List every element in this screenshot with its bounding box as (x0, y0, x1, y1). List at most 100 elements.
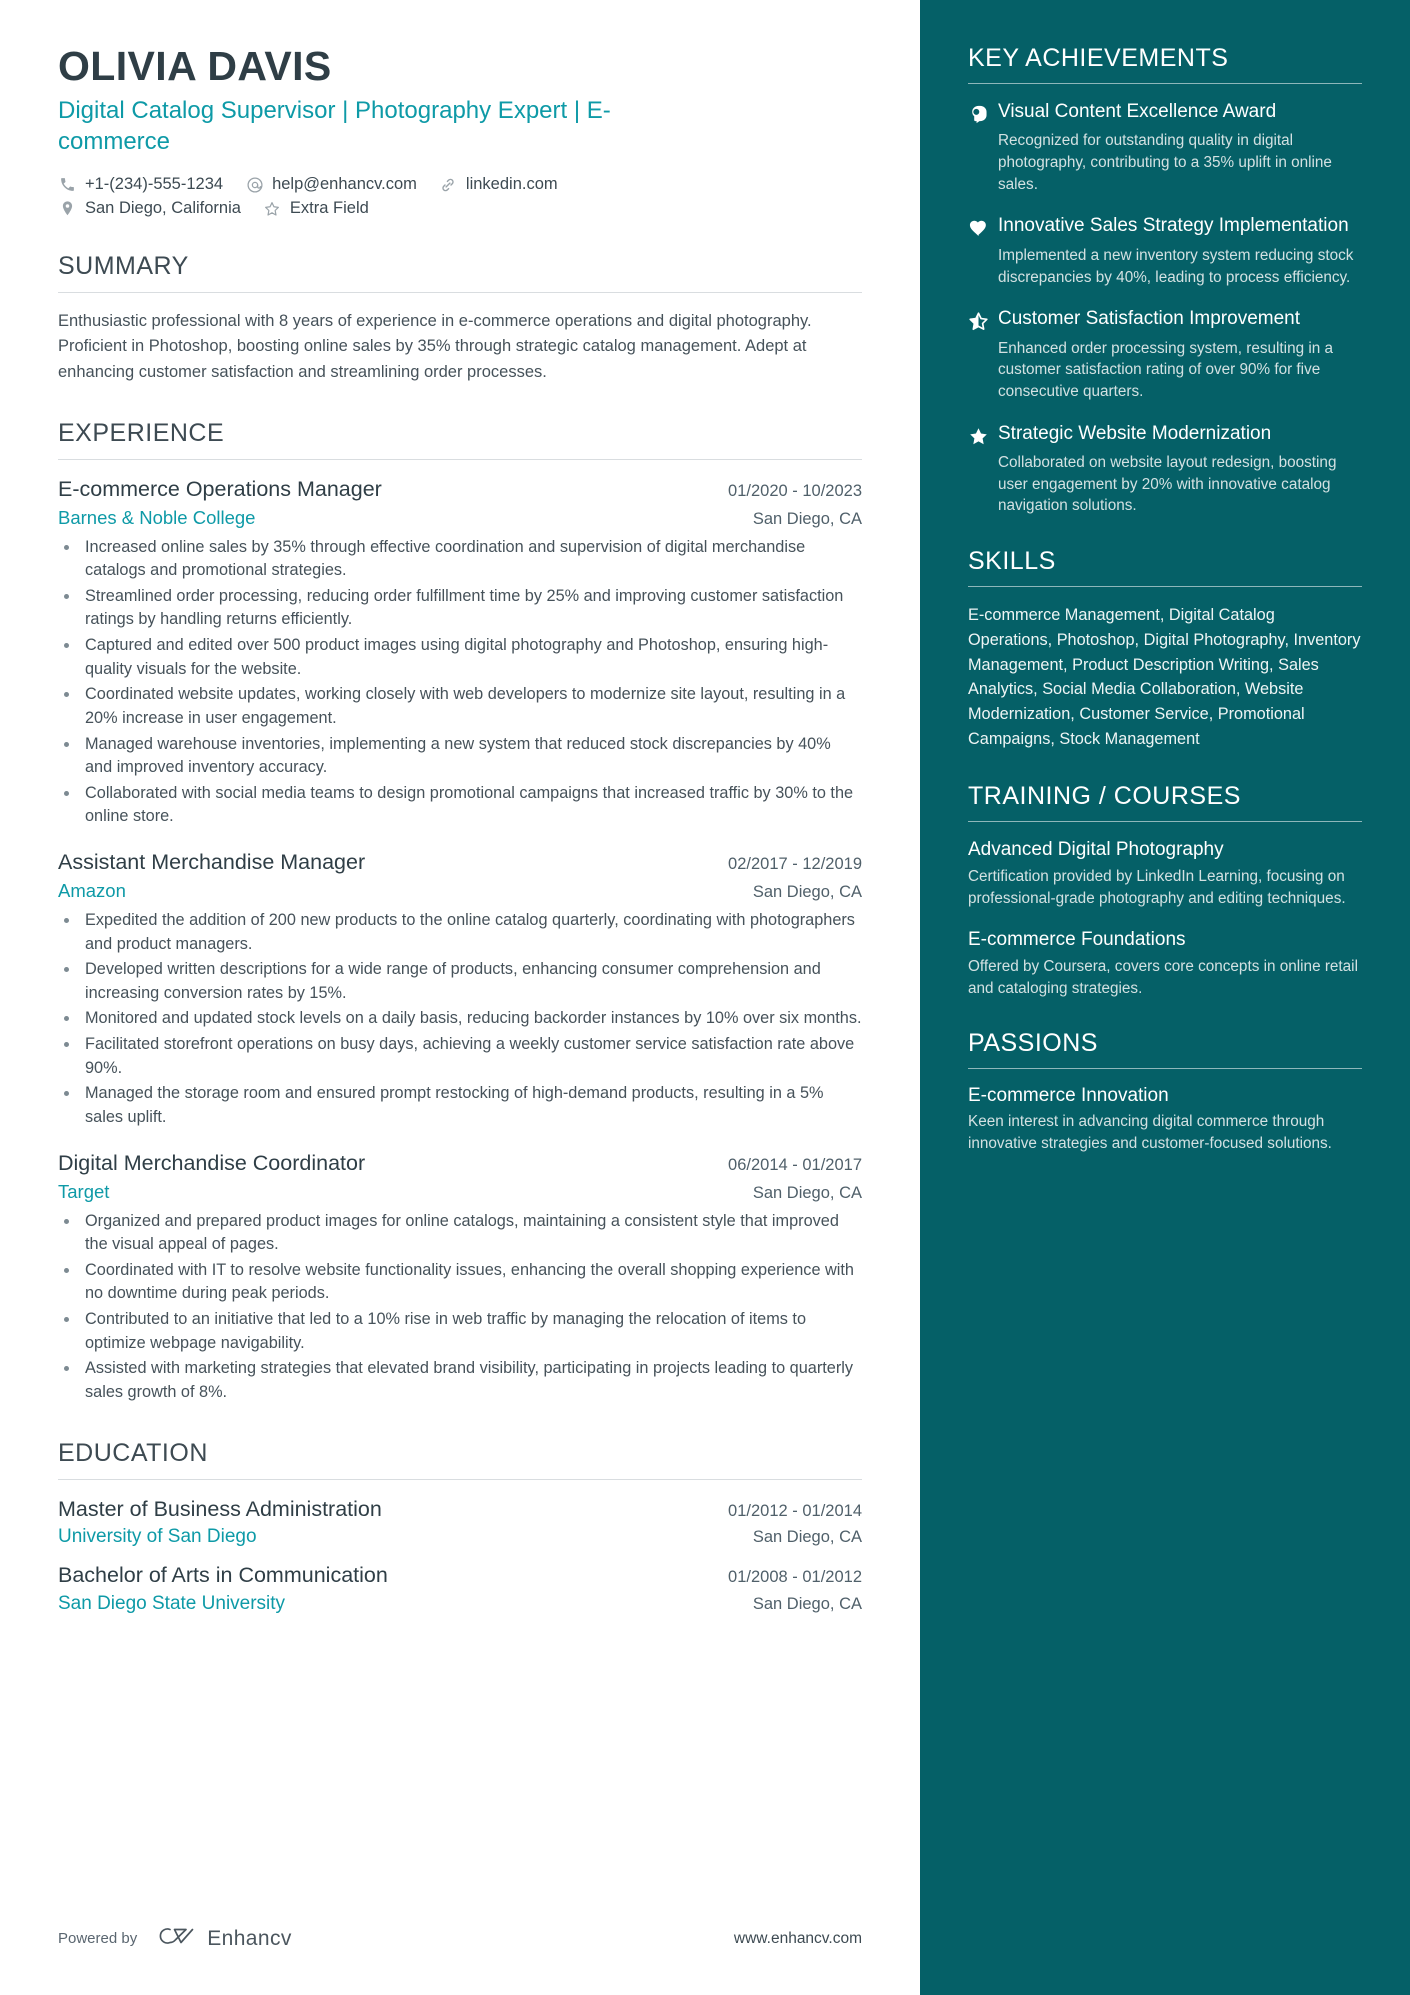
experience-bullet: Managed the storage room and ensured pro… (80, 1082, 862, 1129)
page-title: OLIVIA DAVIS (58, 43, 332, 89)
experience-location: San Diego, CA (752, 1183, 862, 1202)
experience-bullet: Coordinated with IT to resolve website f… (80, 1259, 862, 1306)
skills-divider (968, 586, 1362, 588)
key-achievements-section: KEY ACHIEVEMENTS Visual Content Excellen… (968, 44, 1362, 517)
education-entry-header: Bachelor of Arts in Communication 01/200… (58, 1562, 862, 1590)
experience-bullet-list: Increased online sales by 35% through ef… (80, 536, 862, 830)
passions-section: PASSIONS E-commerce Innovation Keen inte… (968, 1029, 1362, 1154)
passion-title: E-commerce Innovation (968, 1085, 1169, 1107)
experience-entry: E-commerce Operations Manager 01/2020 - … (58, 476, 862, 829)
experience-bullet: Developed written descriptions for a wid… (80, 958, 862, 1005)
professional-headline: Digital Catalog Supervisor | Photography… (58, 96, 611, 155)
education-institution: University of San Diego (58, 1526, 257, 1548)
experience-dates: 01/2020 - 10/2023 (728, 481, 862, 500)
experience-bullet: Assisted with marketing strategies that … (80, 1357, 862, 1404)
star-icon (968, 422, 998, 517)
contact-linkedin-text: linkedin.com (465, 175, 558, 194)
achievement-item: Innovative Sales Strategy Implementation… (968, 214, 1362, 288)
experience-bullet: Facilitated storefront operations on bus… (80, 1033, 862, 1080)
experience-bullet: Expedited the addition of 200 new produc… (80, 909, 862, 956)
contact-linkedin: linkedin.com (439, 175, 558, 194)
achievement-description: Enhanced order processing system, result… (998, 339, 1334, 400)
experience-bullet: Streamlined order processing, reducing o… (80, 585, 862, 632)
experience-bullet: Coordinated website updates, working clo… (80, 683, 862, 730)
skills-section: SKILLS E-commerce Management, Digital Ca… (968, 547, 1362, 752)
education-entry: Master of Business Administration 01/201… (58, 1496, 862, 1549)
skills-title: SKILLS (968, 547, 1056, 576)
experience-list: E-commerce Operations Manager 01/2020 - … (58, 476, 862, 1405)
experience-entry: Assistant Merchandise Manager 02/2017 - … (58, 849, 862, 1130)
passion-item: E-commerce Innovation Keen interest in a… (968, 1085, 1362, 1154)
passions-title: PASSIONS (968, 1029, 1098, 1058)
achievement-body: Innovative Sales Strategy Implementation… (998, 214, 1362, 288)
experience-section-title: EXPERIENCE (58, 418, 225, 447)
experience-entry-header: Assistant Merchandise Manager 02/2017 - … (58, 849, 862, 877)
location-pin-icon (58, 199, 77, 218)
experience-bullet: Monitored and updated stock levels on a … (80, 1007, 862, 1031)
course-item: Advanced Digital Photography Certificati… (968, 838, 1362, 910)
contact-email: help@enhancv.com (245, 175, 417, 194)
education-entry: Bachelor of Arts in Communication 01/200… (58, 1562, 862, 1615)
resume-page: OLIVIA DAVIS Digital Catalog Supervisor … (0, 0, 1410, 1995)
education-section-title: EDUCATION (58, 1438, 208, 1467)
achievement-title: Innovative Sales Strategy Implementation (998, 215, 1349, 237)
contact-location: San Diego, California (58, 199, 241, 218)
experience-entry: Digital Merchandise Coordinator 06/2014 … (58, 1150, 862, 1405)
experience-entry-subheader: Target San Diego, CA (58, 1181, 862, 1203)
experience-entry-subheader: Barnes & Noble College San Diego, CA (58, 507, 862, 529)
powered-by-block: Powered by Enhancv (58, 1924, 292, 1953)
contact-row-2: San Diego, California Extra Field (58, 199, 862, 218)
course-title: Advanced Digital Photography (968, 838, 1224, 860)
achievement-item: Visual Content Excellence Award Recogniz… (968, 100, 1362, 195)
contact-phone-text: +1-(234)-555-1234 (85, 175, 224, 194)
main-column: OLIVIA DAVIS Digital Catalog Supervisor … (0, 0, 920, 1995)
experience-location: San Diego, CA (752, 509, 862, 528)
education-degree: Bachelor of Arts in Communication (58, 1563, 388, 1588)
experience-divider (58, 458, 862, 460)
experience-entry-subheader: Amazon San Diego, CA (58, 880, 862, 902)
achievement-body: Customer Satisfaction Improvement Enhanc… (998, 307, 1362, 402)
achievement-title: Visual Content Excellence Award (998, 101, 1277, 122)
footer-website: www.enhancv.com (733, 1929, 862, 1947)
experience-entry-header: Digital Merchandise Coordinator 06/2014 … (58, 1150, 862, 1178)
training-title: TRAINING / COURSES (968, 781, 1241, 810)
achievement-item: Strategic Website Modernization Collabor… (968, 422, 1362, 517)
experience-company: Barnes & Noble College (58, 506, 256, 528)
experience-job-title: Assistant Merchandise Manager (58, 850, 366, 875)
powered-by-label: Powered by (58, 1930, 138, 1947)
achievement-description: Recognized for outstanding quality in di… (998, 132, 1332, 193)
contact-location-text: San Diego, California (85, 199, 241, 218)
course-description: Offered by Coursera, covers core concept… (968, 957, 1358, 997)
education-institution: San Diego State University (58, 1593, 286, 1615)
education-section: EDUCATION Master of Business Administrat… (58, 1439, 862, 1616)
education-divider (58, 1478, 862, 1480)
achievement-item: Customer Satisfaction Improvement Enhanc… (968, 307, 1362, 402)
education-entry-header: Master of Business Administration 01/201… (58, 1496, 862, 1524)
achievement-description: Implemented a new inventory system reduc… (998, 246, 1354, 286)
star-outline-icon (263, 199, 282, 218)
experience-company: Amazon (58, 879, 126, 901)
email-icon (245, 175, 264, 194)
enhancv-logo: Enhancv (154, 1924, 292, 1953)
head-profile-icon (968, 100, 998, 195)
summary-section-title: SUMMARY (58, 252, 189, 281)
enhancv-mark-icon (154, 1924, 198, 1953)
experience-location: San Diego, CA (752, 882, 862, 901)
experience-section: EXPERIENCE E-commerce Operations Manager… (58, 419, 862, 1405)
education-list: Master of Business Administration 01/201… (58, 1496, 862, 1616)
experience-dates: 02/2017 - 12/2019 (728, 855, 862, 874)
skills-text: E-commerce Management, Digital Catalog O… (968, 606, 1361, 748)
summary-section: SUMMARY Enthusiastic professional with 8… (58, 252, 862, 384)
passion-description: Keen interest in advancing digital comme… (968, 1113, 1332, 1152)
experience-bullet-list: Expedited the addition of 200 new produc… (80, 909, 862, 1130)
training-list: Advanced Digital Photography Certificati… (968, 838, 1362, 1000)
experience-entry-header: E-commerce Operations Manager 01/2020 - … (58, 476, 862, 504)
passions-list: E-commerce Innovation Keen interest in a… (968, 1085, 1362, 1154)
achievement-description: Collaborated on website layout redesign,… (998, 454, 1337, 515)
heart-icon (968, 214, 998, 288)
education-location: San Diego, CA (752, 1595, 862, 1614)
key-achievements-divider (968, 83, 1362, 84)
summary-text: Enthusiastic professional with 8 years o… (58, 312, 812, 381)
course-item: E-commerce Foundations Offered by Course… (968, 928, 1362, 1000)
achievement-title: Strategic Website Modernization (998, 422, 1272, 444)
